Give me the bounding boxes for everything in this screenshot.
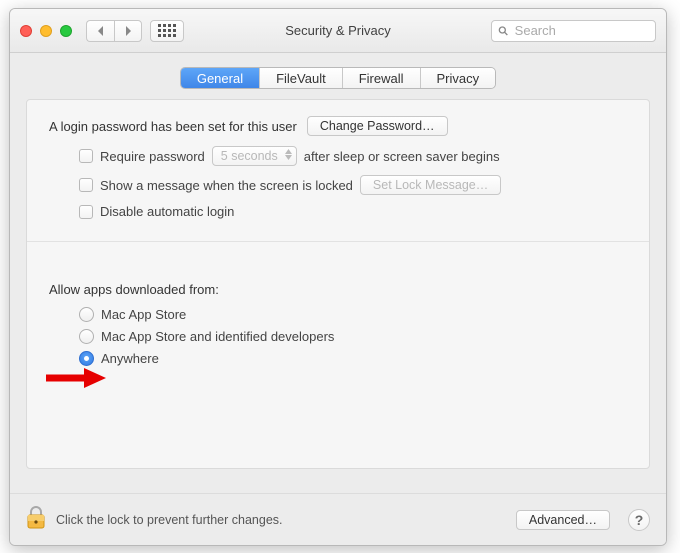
radio-label-mac-app-store: Mac App Store bbox=[101, 307, 186, 322]
lock-icon[interactable] bbox=[26, 506, 46, 533]
radio-mac-app-store[interactable] bbox=[79, 307, 94, 322]
tab-bar: General FileVault Firewall Privacy bbox=[26, 67, 650, 89]
help-button[interactable]: ? bbox=[628, 509, 650, 531]
panel-divider bbox=[27, 241, 649, 242]
radio-label-identified-developers: Mac App Store and identified developers bbox=[101, 329, 334, 344]
tab-privacy[interactable]: Privacy bbox=[421, 68, 496, 88]
back-button[interactable] bbox=[86, 20, 114, 42]
footer: Click the lock to prevent further change… bbox=[10, 493, 666, 545]
change-password-button[interactable]: Change Password… bbox=[307, 116, 448, 136]
preferences-window: Security & Privacy General FileVault Fir… bbox=[9, 8, 667, 546]
window-controls bbox=[20, 25, 72, 37]
tab-firewall[interactable]: Firewall bbox=[343, 68, 421, 88]
close-window-button[interactable] bbox=[20, 25, 32, 37]
set-lock-message-button[interactable]: Set Lock Message… bbox=[360, 175, 501, 195]
panel-body: General FileVault Firewall Privacy A log… bbox=[10, 53, 666, 493]
general-panel: A login password has been set for this u… bbox=[26, 99, 650, 469]
grid-icon bbox=[158, 24, 176, 37]
radio-anywhere[interactable] bbox=[79, 351, 94, 366]
show-message-checkbox[interactable] bbox=[79, 178, 93, 192]
require-password-row: Require password 5 seconds after sleep o… bbox=[79, 146, 631, 166]
forward-button[interactable] bbox=[114, 20, 142, 42]
require-password-checkbox[interactable] bbox=[79, 149, 93, 163]
tab-general[interactable]: General bbox=[181, 68, 260, 88]
search-icon bbox=[498, 25, 509, 37]
require-password-label: Require password bbox=[100, 149, 205, 164]
show-all-button[interactable] bbox=[150, 20, 184, 42]
login-password-row: A login password has been set for this u… bbox=[49, 116, 631, 136]
search-field[interactable] bbox=[491, 20, 656, 42]
allow-apps-label: Allow apps downloaded from: bbox=[49, 282, 631, 297]
require-password-delay-value: 5 seconds bbox=[221, 149, 278, 163]
require-password-suffix: after sleep or screen saver begins bbox=[304, 149, 500, 164]
show-message-label: Show a message when the screen is locked bbox=[100, 178, 353, 193]
chevron-left-icon bbox=[97, 26, 105, 36]
login-password-text: A login password has been set for this u… bbox=[49, 119, 297, 134]
chevron-updown-icon bbox=[285, 149, 292, 160]
chevron-right-icon bbox=[124, 26, 132, 36]
radio-row-identified-developers: Mac App Store and identified developers bbox=[79, 329, 631, 344]
zoom-window-button[interactable] bbox=[60, 25, 72, 37]
minimize-window-button[interactable] bbox=[40, 25, 52, 37]
allow-apps-radiogroup: Mac App Store Mac App Store and identifi… bbox=[79, 307, 631, 366]
disable-auto-login-label: Disable automatic login bbox=[100, 204, 234, 219]
radio-row-anywhere: Anywhere bbox=[79, 351, 631, 366]
advanced-button[interactable]: Advanced… bbox=[516, 510, 610, 530]
radio-row-mac-app-store: Mac App Store bbox=[79, 307, 631, 322]
disable-auto-login-row: Disable automatic login bbox=[79, 204, 631, 219]
disable-auto-login-checkbox[interactable] bbox=[79, 205, 93, 219]
nav-buttons bbox=[86, 20, 142, 42]
segmented-control: General FileVault Firewall Privacy bbox=[180, 67, 496, 89]
lock-text: Click the lock to prevent further change… bbox=[56, 513, 283, 527]
radio-label-anywhere: Anywhere bbox=[101, 351, 159, 366]
radio-identified-developers[interactable] bbox=[79, 329, 94, 344]
titlebar: Security & Privacy bbox=[10, 9, 666, 53]
require-password-delay-select[interactable]: 5 seconds bbox=[212, 146, 297, 166]
search-input[interactable] bbox=[515, 23, 649, 38]
tab-filevault[interactable]: FileVault bbox=[260, 68, 343, 88]
show-message-row: Show a message when the screen is locked… bbox=[79, 175, 631, 195]
